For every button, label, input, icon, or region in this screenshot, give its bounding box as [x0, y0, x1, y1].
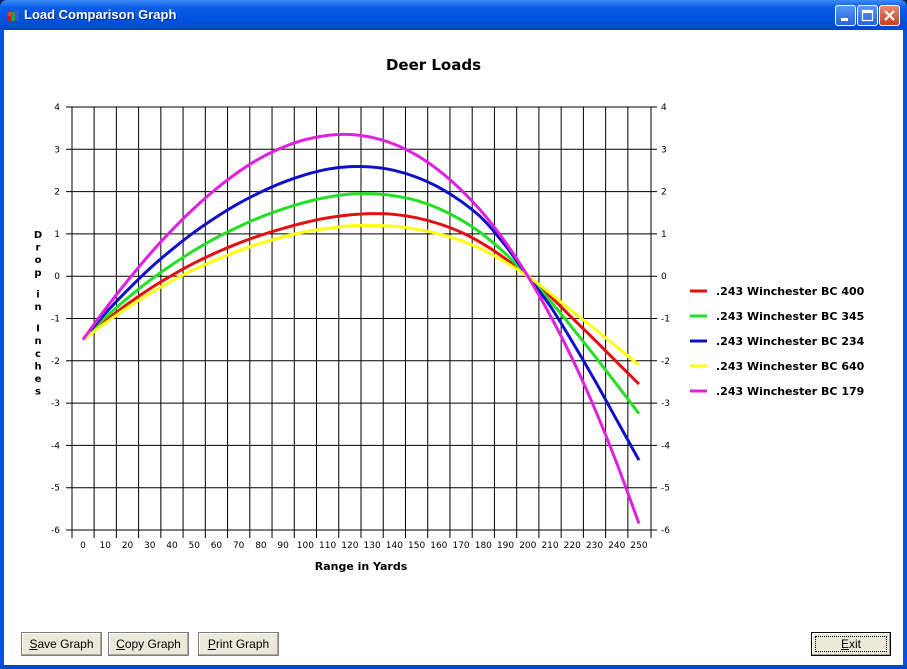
y-tick-label-right: -6: [661, 526, 670, 536]
print-label: rint Graph: [215, 637, 270, 651]
y-axis-label-letter: o: [35, 255, 42, 266]
y-axis-label-letter: h: [34, 361, 41, 372]
focus-rect: [815, 636, 887, 652]
exit-button[interactable]: Exit: [811, 632, 891, 656]
x-tick-label: 160: [430, 541, 447, 551]
x-tick-label: 140: [386, 541, 403, 551]
y-tick-label-left: -5: [51, 484, 60, 494]
y-axis-right: 4 3 2 1 0 -1 -2 -3 -4 -5 -6: [661, 103, 670, 536]
legend-label: .243 Winchester BC 400: [716, 285, 865, 298]
y-tick-label-left: -1: [51, 315, 60, 325]
y-axis-label: DropinInches: [34, 230, 42, 398]
x-tick-label: 190: [497, 541, 514, 551]
print-accel: P: [207, 637, 216, 651]
y-tick-label-left: -4: [51, 441, 60, 451]
copy-accel: C: [116, 637, 125, 651]
y-tick-label-right: -2: [661, 357, 670, 367]
y-tick-label-left: -3: [51, 399, 60, 409]
x-tick-label: 170: [452, 541, 469, 551]
y-axis-label-letter: n: [34, 302, 41, 313]
legend: .243 Winchester BC 400 .243 Winchester BC…: [690, 285, 865, 398]
y-tick-label-right: 3: [661, 145, 667, 155]
y-tick-label-left: 3: [54, 145, 60, 155]
y-axis-label-letter: e: [35, 374, 42, 385]
x-tick-label: 0: [80, 541, 86, 551]
legend-label: .243 Winchester BC 234: [716, 335, 865, 348]
y-axis-label-letter: c: [35, 349, 41, 360]
x-tick-label: 60: [211, 541, 223, 551]
y-tick-label-left: 1: [54, 230, 60, 240]
y-tick-label-right: -1: [661, 315, 670, 325]
app-window: Load Comparison Graph Deer Loads 4 3 2 1 0 -1…: [0, 0, 907, 669]
x-tick-label: 180: [475, 541, 492, 551]
x-tick-label: 210: [541, 541, 558, 551]
x-tick-label: 90: [277, 541, 289, 551]
y-tick-label-left: 4: [54, 103, 60, 113]
save-graph-button[interactable]: Save Graph: [21, 632, 102, 656]
x-tick-label: 240: [608, 541, 625, 551]
x-tick-label: 70: [233, 541, 245, 551]
x-tick-label: 100: [297, 541, 314, 551]
x-tick-label: 50: [188, 541, 200, 551]
y-tick-label-right: 4: [661, 103, 667, 113]
y-tick-label-right: 2: [661, 188, 667, 198]
x-tick-label: 200: [519, 541, 536, 551]
legend-label: .243 Winchester BC 640: [716, 360, 865, 373]
x-tick-label: 30: [144, 541, 156, 551]
x-tick-label: 130: [364, 541, 381, 551]
legend-label: .243 Winchester BC 179: [716, 385, 864, 398]
chart-area: 43210-1-2-3-4-5-6 43210-1-2-3-4-5-6 0 10 2…: [34, 103, 865, 573]
y-axis-label-letter: i: [36, 289, 39, 300]
x-axis-label: Range in Yards: [315, 560, 408, 573]
copy-graph-button[interactable]: Copy Graph: [108, 632, 189, 656]
y-tick-label-right: -3: [661, 399, 670, 409]
x-tick-label: 150: [408, 541, 425, 551]
y-tick-label-right: 1: [661, 230, 667, 240]
y-tick-label-left: -2: [51, 357, 60, 367]
y-tick-label-left: -6: [51, 526, 60, 536]
copy-label: opy Graph: [124, 637, 181, 651]
x-tick-label: 10: [100, 541, 112, 551]
x-tick-label: 40: [166, 541, 178, 551]
y-axis-label-letter: I: [36, 324, 40, 335]
y-tick-label-right: -4: [661, 441, 670, 451]
y-tick-label-left: 0: [54, 272, 60, 282]
save-label: ave Graph: [37, 637, 94, 651]
y-axis-label-letter: p: [34, 268, 41, 279]
y-axis-label-letter: s: [35, 387, 41, 398]
y-tick-label-right: 0: [661, 272, 667, 282]
x-axis: 0 10 20 30 40 50 60 70 80 90 100 110 120 130 140 150 160…: [80, 541, 648, 551]
x-tick-label: 230: [586, 541, 603, 551]
y-axis-label-letter: n: [34, 336, 41, 347]
x-tick-label: 220: [564, 541, 581, 551]
x-tick-label: 80: [255, 541, 267, 551]
y-axis-left: 4 3 2 1 0 -1 -2 -3 -4 -5 -6: [51, 103, 60, 536]
y-tick-label-left: 2: [54, 188, 60, 198]
y-axis-label-letter: r: [36, 243, 41, 254]
x-tick-label: 110: [319, 541, 336, 551]
print-graph-button[interactable]: Print Graph: [198, 632, 279, 656]
legend-label: .243 Winchester BC 345: [716, 310, 864, 323]
x-tick-label: 120: [341, 541, 358, 551]
x-tick-label: 250: [630, 541, 647, 551]
y-axis-label-letter: D: [34, 230, 42, 241]
y-tick-label-right: -5: [661, 484, 670, 494]
x-tick-label: 20: [122, 541, 134, 551]
